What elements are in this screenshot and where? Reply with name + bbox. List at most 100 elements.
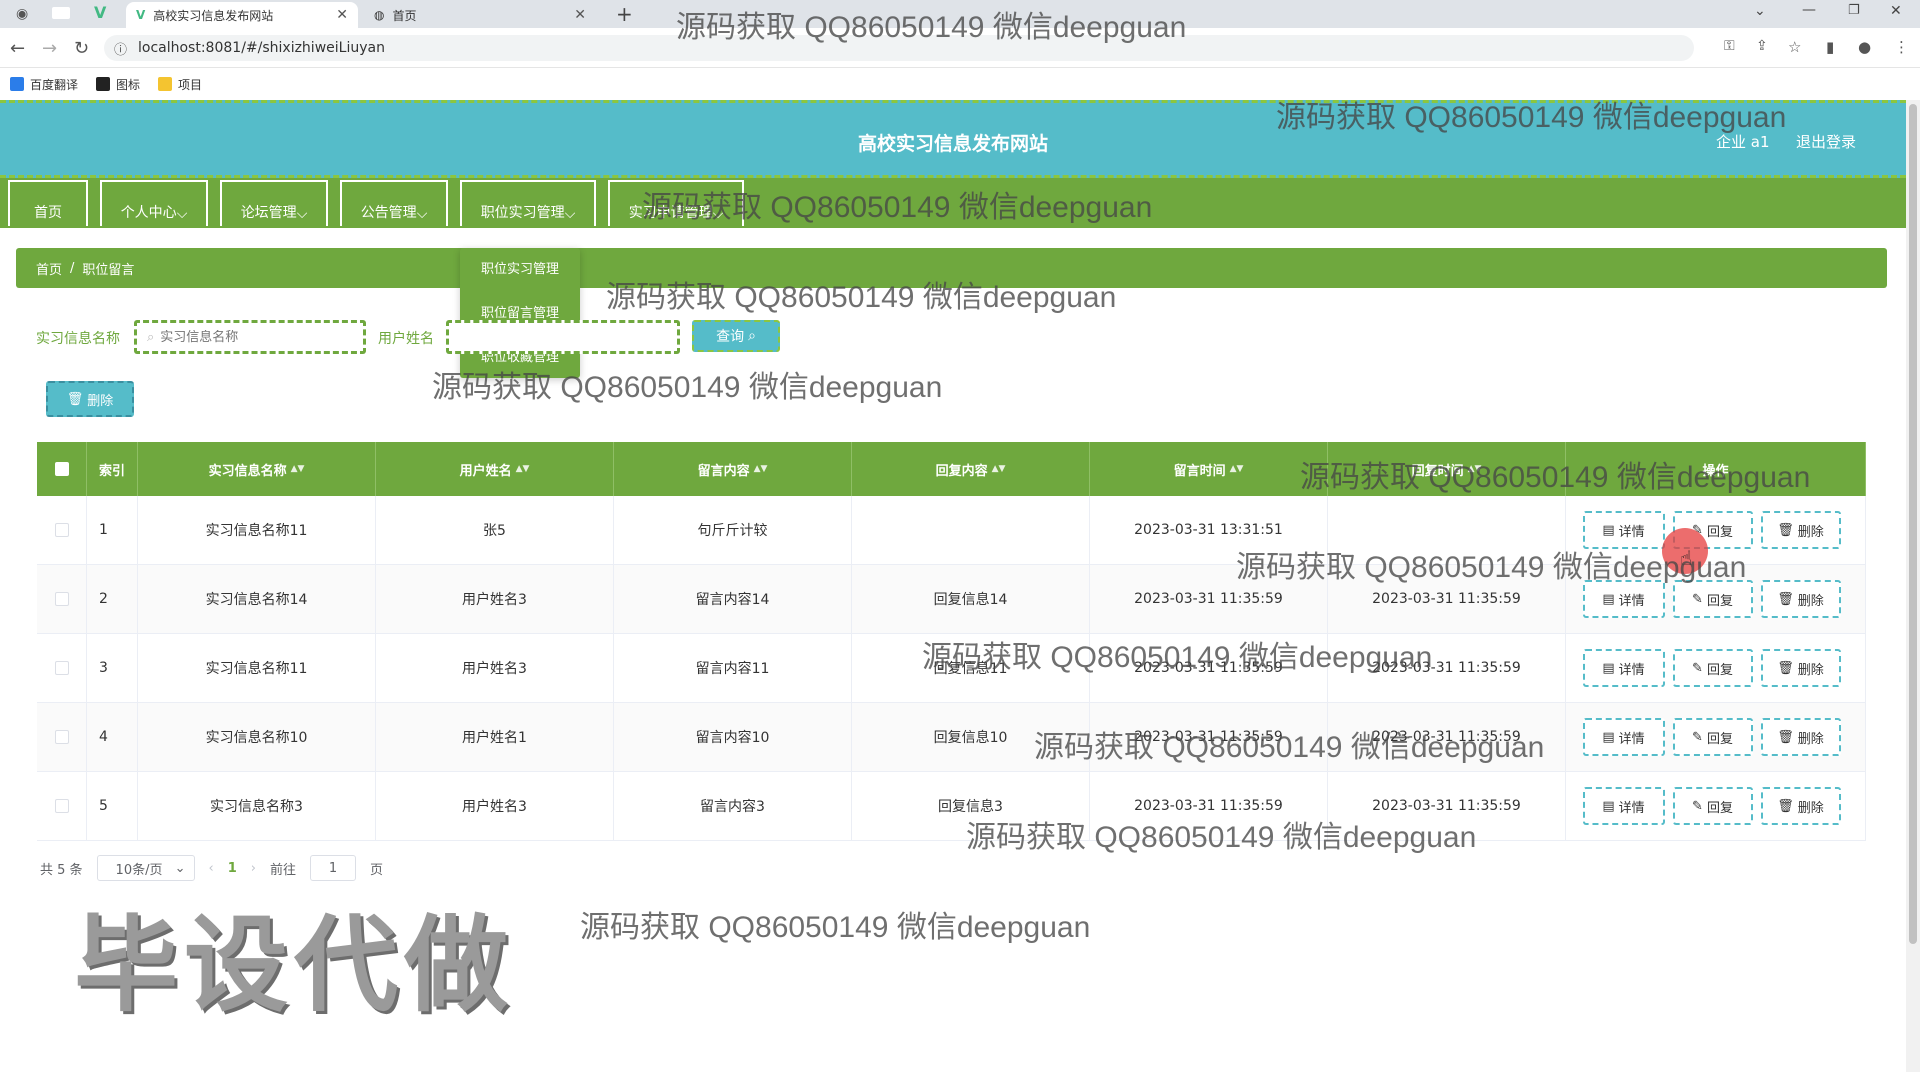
batch-delete-button[interactable]: 🗑 删除	[46, 381, 134, 417]
sort-icon[interactable]: ▲▼	[1230, 464, 1244, 474]
tab-home[interactable]: ◍ 首页 ✕	[364, 2, 596, 28]
edit-icon: ✎	[1692, 660, 1703, 676]
row-checkbox[interactable]	[54, 730, 69, 744]
delete-button[interactable]: 🗑 删除	[1760, 649, 1841, 687]
tab-active[interactable]: V 高校实习信息发布网站 ✕	[126, 2, 358, 28]
nav-home[interactable]: 首页	[8, 180, 88, 226]
url-field[interactable]: ⓘ localhost:8081/#/shixizhiweiLiuyan	[104, 35, 1694, 61]
cell-user: 用户姓名1	[376, 703, 614, 771]
goto-suffix: 页	[370, 862, 384, 878]
forward-icon[interactable]: →	[42, 38, 57, 59]
nav-internship[interactable]: 职位实习管理 ⌵	[460, 180, 596, 226]
close-icon[interactable]: ✕	[574, 7, 586, 23]
star-icon[interactable]: ☆	[1788, 38, 1801, 56]
bookmark-translate[interactable]: 百度翻译	[10, 76, 78, 93]
menu-icon[interactable]: ⋮	[1894, 38, 1909, 56]
delete-button[interactable]: 🗑 删除	[1760, 511, 1841, 549]
page-scrollbar[interactable]	[1906, 100, 1920, 1072]
restore-icon[interactable]: ❐	[1848, 3, 1860, 18]
nav-notice[interactable]: 公告管理 ⌵	[340, 180, 448, 226]
key-icon[interactable]: ⚿	[1724, 38, 1735, 54]
nav-forum[interactable]: 论坛管理 ⌵	[220, 180, 328, 226]
breadcrumb-home[interactable]: 首页	[36, 259, 62, 278]
checkbox[interactable]	[54, 462, 69, 476]
breadcrumb-current: 职位留言	[82, 262, 135, 278]
minimize-icon[interactable]: —	[1802, 2, 1816, 18]
detail-button[interactable]: ▤ 详情	[1582, 580, 1665, 618]
dropdown-internship-manage[interactable]: 职位实习管理	[460, 248, 580, 292]
share-icon[interactable]: ⇪	[1756, 38, 1768, 54]
page-size-select[interactable]: 10条/页 ⌄	[96, 855, 195, 881]
cell-reply	[852, 496, 1090, 564]
nav-label: 首页	[34, 205, 62, 221]
detail-button[interactable]: ▤ 详情	[1582, 787, 1665, 825]
header-reply-time[interactable]: 回复时间 ▲▼	[1328, 442, 1566, 496]
close-icon[interactable]: ✕	[336, 7, 348, 23]
sidebar-icon[interactable]: ▮	[1826, 38, 1834, 56]
sort-icon[interactable]: ▲▼	[291, 464, 305, 474]
reply-button[interactable]: ✎ 回复	[1672, 649, 1753, 687]
nav-personal-center[interactable]: 个人中心 ⌵	[100, 180, 208, 226]
nav-label: 实习申请管理	[628, 205, 713, 221]
sort-icon[interactable]: ▲▼	[754, 464, 768, 474]
reply-button[interactable]: ✎ 回复	[1672, 718, 1753, 756]
sort-icon[interactable]: ▲▼	[992, 464, 1006, 474]
delete-label: 删除	[1797, 800, 1824, 816]
cell-actions: ▤ 详情 ✎ 回复 🗑 删除	[1566, 565, 1866, 633]
close-window-icon[interactable]: ✕	[1890, 3, 1902, 19]
delete-button[interactable]: 🗑 删除	[1760, 580, 1841, 618]
reply-label: 回复	[1706, 731, 1733, 747]
row-checkbox[interactable]	[54, 799, 69, 813]
row-checkbox[interactable]	[54, 523, 69, 537]
nav-application[interactable]: 实习申请管理 ⌵	[608, 180, 744, 226]
detail-button[interactable]: ▤ 详情	[1582, 649, 1665, 687]
next-page-icon[interactable]: ›	[251, 861, 256, 876]
sort-icon[interactable]: ▲▼	[516, 464, 530, 474]
reply-button[interactable]: ✎ 回复	[1672, 787, 1753, 825]
detail-label: 详情	[1618, 524, 1645, 540]
search-user-box[interactable]	[446, 320, 680, 354]
header-user[interactable]: 用户姓名 ▲▼	[376, 442, 614, 496]
query-button[interactable]: 查询 ⌕	[692, 320, 780, 352]
bookmark-project[interactable]: 项目	[158, 76, 202, 93]
row-checkbox[interactable]	[54, 592, 69, 606]
detail-button[interactable]: ▤ 详情	[1582, 511, 1665, 549]
bookmark-label: 百度翻译	[30, 77, 79, 92]
browser-icon: ◉	[16, 6, 29, 22]
reply-button[interactable]: ✎ 回复	[1672, 580, 1753, 618]
reload-icon[interactable]: ↻	[74, 38, 89, 59]
header-reply[interactable]: 回复内容 ▲▼	[852, 442, 1090, 496]
row-checkbox[interactable]	[54, 661, 69, 675]
profile-icon[interactable]: ●	[1858, 38, 1871, 56]
breadcrumb: 首页 / 职位留言	[16, 248, 1887, 288]
header-content[interactable]: 留言内容 ▲▼	[614, 442, 852, 496]
goto-value: 1	[328, 860, 338, 876]
page-number[interactable]: 1	[228, 861, 237, 876]
delete-button[interactable]: 🗑 删除	[1760, 787, 1841, 825]
bookmarks-bar: 百度翻译 图标 项目	[0, 68, 1920, 100]
bookmark-icons[interactable]: 图标	[96, 76, 140, 93]
header-index: 索引	[87, 442, 138, 496]
cell-name: 实习信息名称11	[138, 634, 376, 702]
search-name-box[interactable]: ⌕	[134, 320, 366, 354]
new-tab-icon[interactable]: +	[616, 2, 633, 26]
search-user-input[interactable]	[459, 329, 639, 345]
header-label: 实习信息名称	[208, 463, 287, 479]
goto-page-input[interactable]: 1	[310, 855, 357, 881]
header-name[interactable]: 实习信息名称 ▲▼	[138, 442, 376, 496]
breadcrumb-separator: /	[70, 260, 75, 276]
search-name-input[interactable]	[160, 329, 341, 345]
header-label: 留言时间	[1173, 463, 1226, 479]
header-select-all[interactable]	[37, 442, 87, 496]
logout-link[interactable]: 退出登录	[1796, 131, 1856, 152]
chevron-down-icon[interactable]: ⌄	[1754, 3, 1766, 19]
delete-button[interactable]: 🗑 删除	[1760, 718, 1841, 756]
detail-label: 详情	[1618, 800, 1645, 816]
scroll-thumb[interactable]	[1909, 104, 1917, 944]
header-time[interactable]: 留言时间 ▲▼	[1090, 442, 1328, 496]
sort-icon[interactable]: ▲▼	[1468, 464, 1482, 474]
cell-time: 2023-03-31 11:35:59	[1090, 565, 1328, 633]
detail-button[interactable]: ▤ 详情	[1582, 718, 1665, 756]
prev-page-icon[interactable]: ‹	[209, 861, 214, 876]
back-icon[interactable]: ←	[10, 38, 25, 59]
